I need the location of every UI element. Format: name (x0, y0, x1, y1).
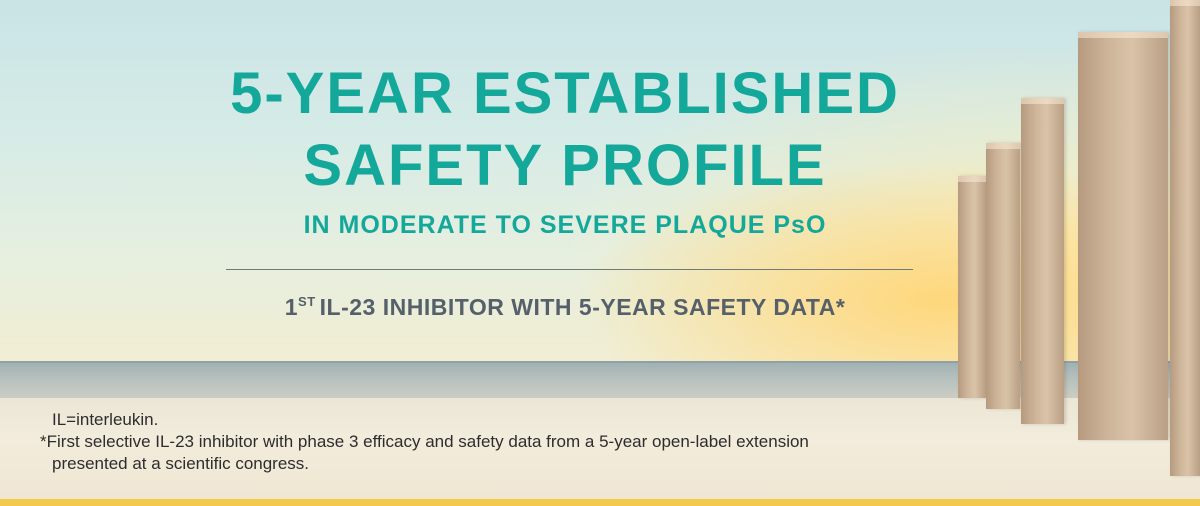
sea-background (0, 362, 1200, 398)
footnote-asterisk-line-1: *First selective IL-23 inhibitor with ph… (40, 432, 809, 451)
hero-banner: 5-YEAR ESTABLISHED SAFETY PROFILE IN MOD… (0, 0, 1200, 506)
divider-rule (226, 269, 913, 270)
headline-line-2: SAFETY PROFILE (303, 133, 827, 198)
tagline-superscript: ST (298, 294, 316, 309)
footnote-abbreviation: IL=interleukin. (52, 410, 159, 429)
footnote-asterisk-line-2: presented at a scientific congress. (52, 454, 310, 473)
accent-bar (0, 499, 1200, 506)
tagline-number: 1 (284, 294, 299, 320)
subheading: IN MODERATE TO SEVERE PLAQUE PsO (303, 211, 827, 239)
tagline: 1ST IL-23 INHIBITOR WITH 5-YEAR SAFETY DA… (0, 294, 1130, 321)
pillar-1 (958, 176, 986, 398)
tagline-text: IL-23 INHIBITOR WITH 5-YEAR SAFETY DATA* (319, 294, 846, 320)
footnotes: IL=interleukin. *First selective IL-23 i… (40, 409, 920, 475)
horizon-line (0, 361, 1200, 363)
pillar-5 (1170, 0, 1200, 476)
headline-line-1: 5-YEAR ESTABLISHED (230, 61, 900, 126)
